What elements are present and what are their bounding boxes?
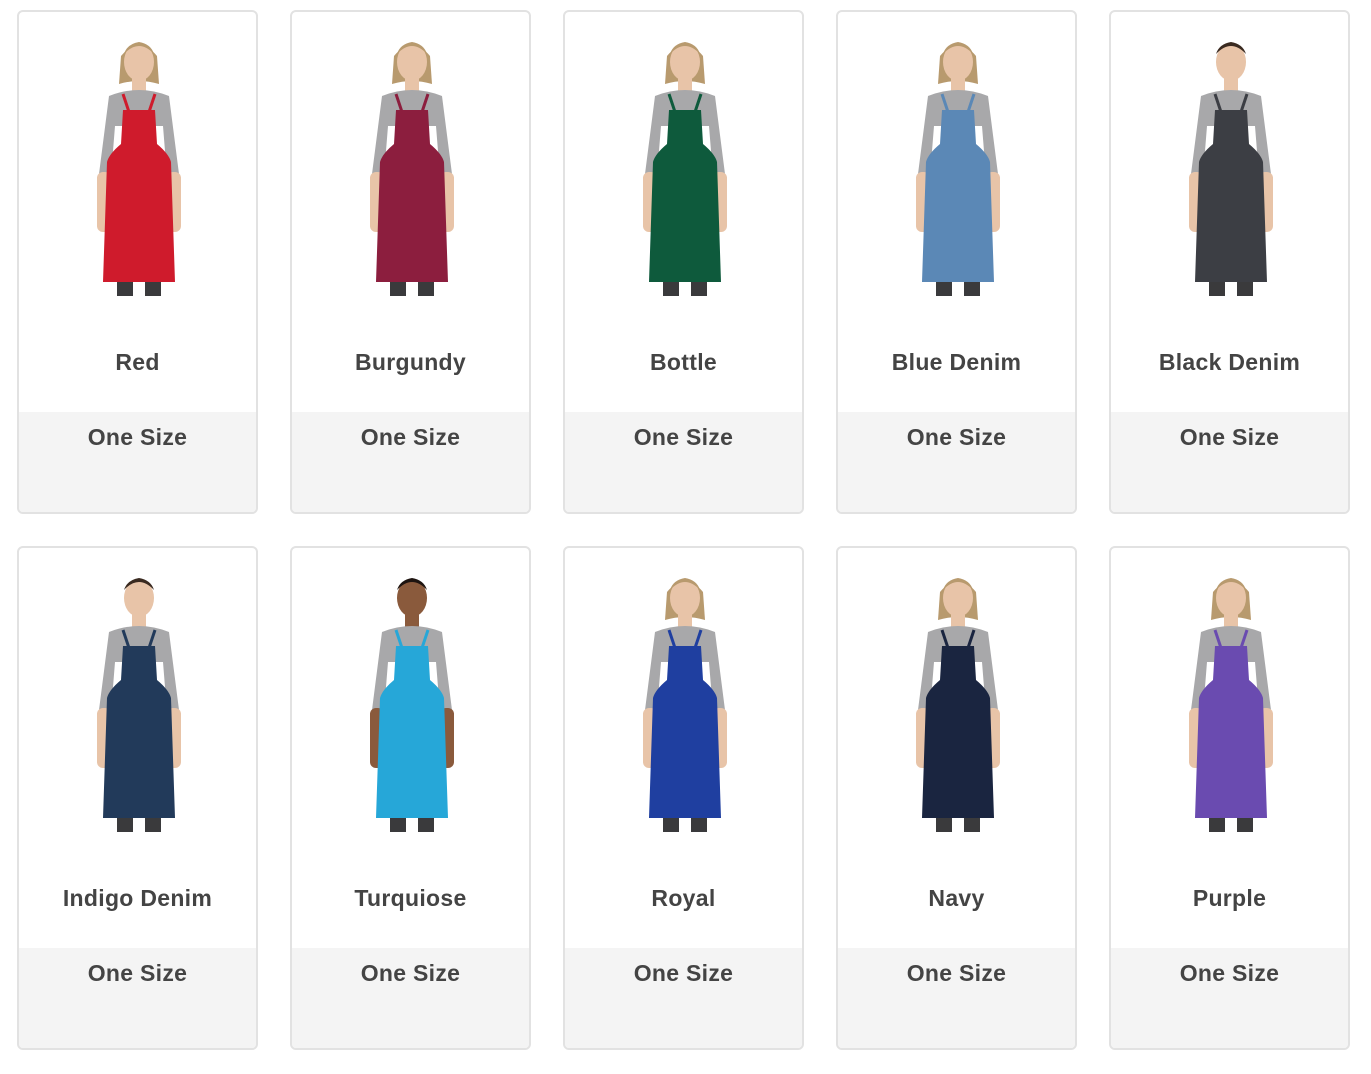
product-image: [19, 548, 256, 848]
product-color-grid: Red One Size Burgundy One Size Bottle On…: [17, 10, 1350, 1050]
product-image: [292, 548, 529, 848]
size-label: One Size: [838, 412, 1075, 512]
apron-model-photo: [370, 42, 454, 296]
product-image: [838, 548, 1075, 848]
size-label: One Size: [19, 412, 256, 512]
color-name-label: Black Denim: [1158, 348, 1301, 375]
color-name-label: Red: [115, 348, 160, 375]
size-label: One Size: [1111, 948, 1348, 1048]
product-card-navy[interactable]: Navy One Size: [836, 546, 1077, 1050]
color-name-label: Navy: [928, 884, 985, 911]
apron-model-photo: [916, 578, 1000, 832]
color-name-label: Turquiose: [354, 884, 467, 911]
apron-model-photo: [97, 42, 181, 296]
apron-model-photo: [97, 578, 181, 832]
product-card-bottle[interactable]: Bottle One Size: [563, 10, 804, 514]
product-card-royal[interactable]: Royal One Size: [563, 546, 804, 1050]
size-label: One Size: [292, 412, 529, 512]
size-label: One Size: [19, 948, 256, 1048]
apron-model-photo: [643, 42, 727, 296]
product-card-blue-denim[interactable]: Blue Denim One Size: [836, 10, 1077, 514]
product-card-indigo-denim[interactable]: Indigo Denim One Size: [17, 546, 258, 1050]
apron-model-photo: [643, 578, 727, 832]
apron-model-photo: [916, 42, 1000, 296]
color-name-label: Burgundy: [355, 348, 466, 375]
size-label: One Size: [1111, 412, 1348, 512]
color-name-label: Blue Denim: [891, 348, 1022, 375]
product-image: [565, 12, 802, 312]
product-card-black-denim[interactable]: Black Denim One Size: [1109, 10, 1350, 514]
product-card-red[interactable]: Red One Size: [17, 10, 258, 514]
color-name-label: Bottle: [650, 348, 717, 375]
apron-model-photo: [370, 578, 454, 832]
product-image: [838, 12, 1075, 312]
size-label: One Size: [565, 412, 802, 512]
color-name-label: Royal: [651, 884, 716, 911]
size-label: One Size: [292, 948, 529, 1048]
product-image: [565, 548, 802, 848]
product-card-purple[interactable]: Purple One Size: [1109, 546, 1350, 1050]
product-image: [292, 12, 529, 312]
product-image: [1111, 12, 1348, 312]
size-label: One Size: [565, 948, 802, 1048]
color-name-label: Indigo Denim: [62, 884, 213, 911]
product-image: [19, 12, 256, 312]
size-label: One Size: [838, 948, 1075, 1048]
color-name-label: Purple: [1192, 884, 1267, 911]
product-card-turquiose[interactable]: Turquiose One Size: [290, 546, 531, 1050]
apron-model-photo: [1189, 578, 1273, 832]
apron-model-photo: [1189, 42, 1273, 296]
product-card-burgundy[interactable]: Burgundy One Size: [290, 10, 531, 514]
product-image: [1111, 548, 1348, 848]
